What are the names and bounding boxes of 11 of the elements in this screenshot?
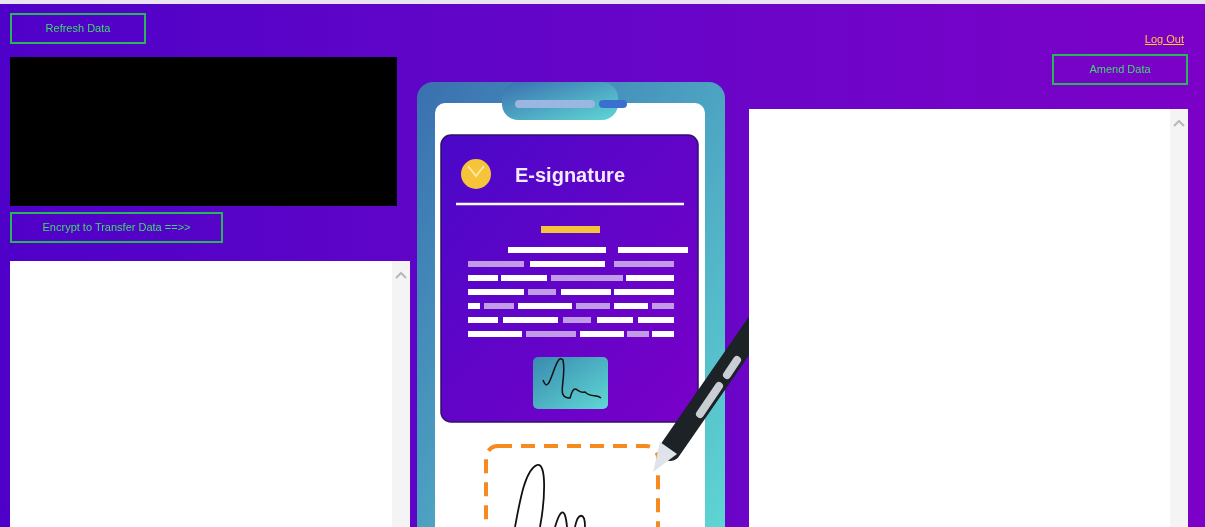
action-button[interactable]: Encrypt to Transfer Data ==>>: [10, 212, 223, 243]
text-area[interactable]: [749, 108, 1188, 527]
illustration-title: E-signature: [515, 164, 626, 186]
logout-link[interactable]: Log Out: [1144, 31, 1184, 48]
caret-up-icon[interactable]: [1173, 118, 1185, 127]
action-button[interactable]: Refresh Data: [10, 13, 146, 44]
scrollbar[interactable]: [392, 261, 410, 527]
action-button[interactable]: Amend Data: [1052, 53, 1188, 85]
scrollbar[interactable]: [1170, 108, 1188, 527]
text-area[interactable]: [10, 261, 410, 527]
caret-up-icon[interactable]: [395, 271, 407, 279]
